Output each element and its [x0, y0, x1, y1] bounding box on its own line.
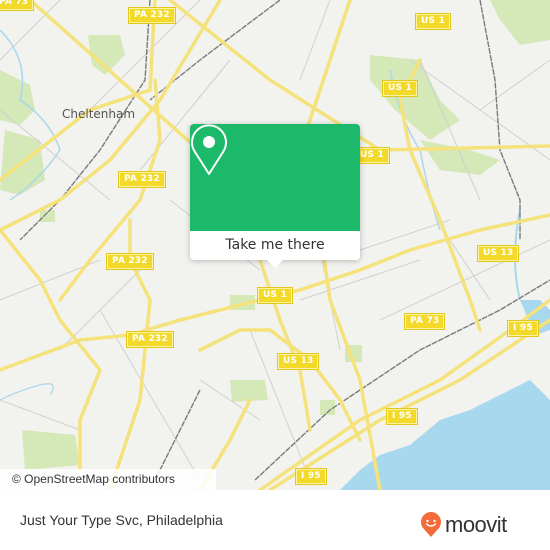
road-badge-pa232: PA 232 — [118, 171, 166, 188]
location-popup: Take me there — [190, 124, 360, 268]
road-badge-us1: US 1 — [257, 287, 293, 304]
map-view[interactable]: Cheltenham PA 73 PA 232 US 1 US 1 US 1 P… — [0, 0, 550, 490]
moovit-logo[interactable]: moovit — [420, 512, 507, 537]
popup-header — [190, 124, 360, 231]
road-badge-us1: US 1 — [415, 13, 451, 30]
road-badge-us13: US 13 — [276, 353, 320, 370]
road-badge-i95: I 95 — [386, 408, 418, 425]
road-badge-pa232: PA 232 — [128, 7, 176, 24]
location-title: Just Your Type Svc, Philadelphia — [20, 512, 223, 528]
map-pin-icon — [191, 124, 227, 175]
road-badge-us13: US 13 — [476, 245, 520, 262]
road-badge-pa73: PA 73 — [403, 313, 446, 330]
road-badge-pa232: PA 232 — [126, 331, 174, 348]
popup-tail — [267, 260, 283, 268]
road-badge-i95: I 95 — [507, 320, 539, 337]
moovit-wordmark: moovit — [445, 512, 507, 537]
road-badge-pa73: PA 73 — [0, 0, 35, 11]
take-me-there-button[interactable]: Take me there — [190, 231, 360, 260]
map-attribution[interactable]: © OpenStreetMap contributors — [0, 469, 216, 490]
moovit-pin-icon — [421, 512, 441, 537]
road-badge-us1: US 1 — [354, 147, 390, 164]
place-label-cheltenham: Cheltenham — [62, 107, 136, 121]
road-badge-i95: I 95 — [295, 468, 327, 485]
road-badge-us1: US 1 — [382, 80, 418, 97]
road-badge-pa232: PA 232 — [106, 253, 154, 270]
